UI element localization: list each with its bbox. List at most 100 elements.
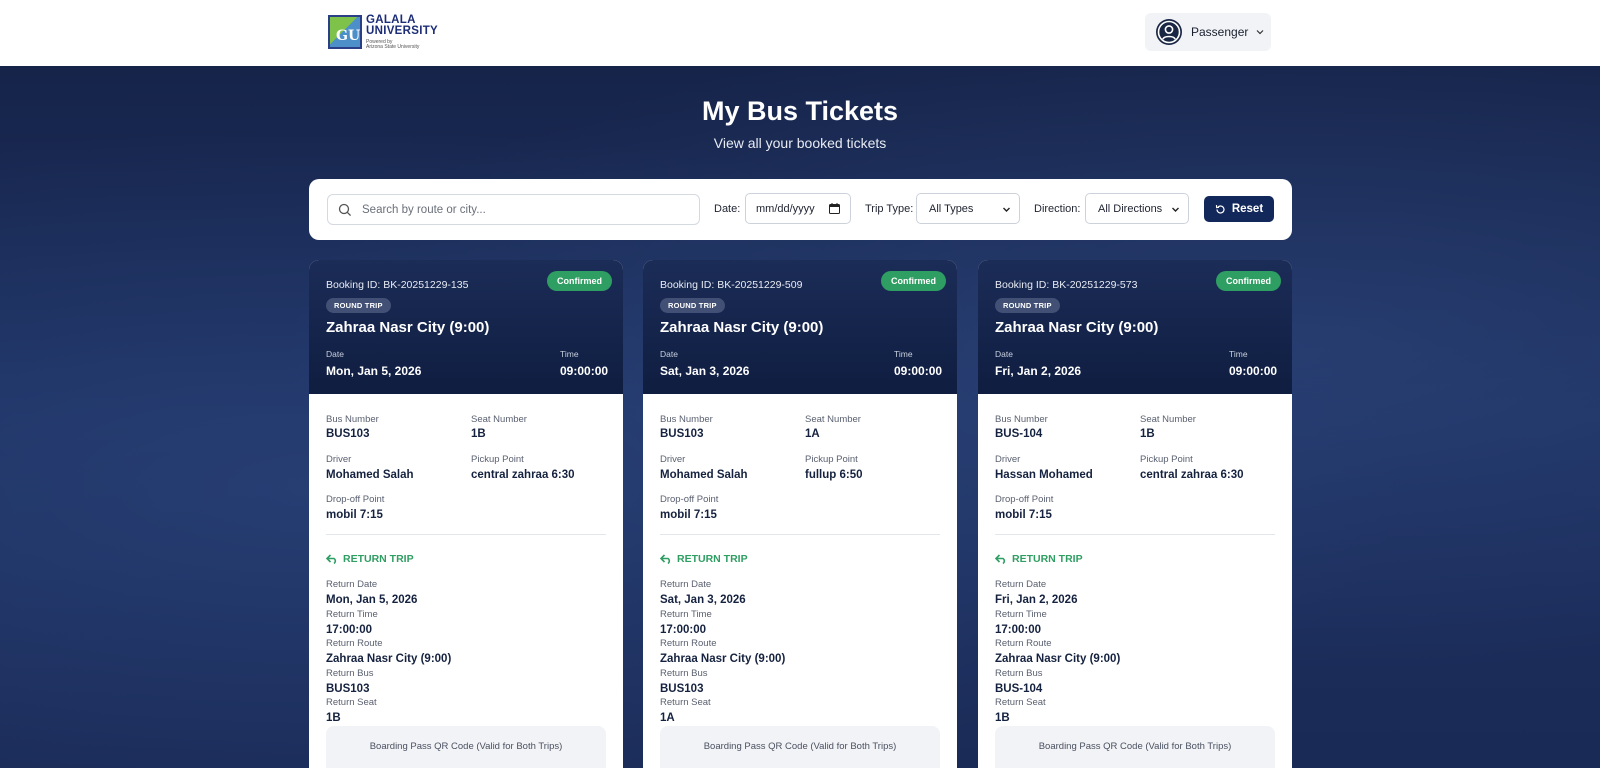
route-title: Zahraa Nasr City (9:00) (326, 319, 490, 336)
qr-section-title: Boarding Pass QR Code (Valid for Both Tr… (1038, 741, 1232, 752)
return-arrow-icon (326, 554, 337, 564)
date-filter-label: Date: (714, 203, 741, 215)
route-title: Zahraa Nasr City (9:00) (995, 319, 1159, 336)
time-label: Time (894, 349, 913, 359)
reset-button[interactable]: Reset (1204, 196, 1274, 222)
time-value: 09:00:00 (560, 364, 609, 378)
section-divider (660, 534, 940, 535)
user-menu-button[interactable]: Passenger (1145, 13, 1271, 51)
page-subtitle: View all your booked tickets (713, 135, 887, 151)
pickup-point-label: Pickup Point (805, 454, 858, 465)
ticket-card-header: Booking ID: BK-20251229-135 Confirmed RO… (309, 260, 623, 394)
user-role-label: Passenger (1191, 25, 1249, 39)
seat-number-value: 1B (471, 428, 486, 440)
return-trip-heading: RETURN TRIP (660, 553, 748, 565)
return-time-value: 17:00:00 (660, 624, 707, 636)
pickup-point-label: Pickup Point (471, 454, 524, 465)
return-arrow-icon (660, 554, 671, 564)
calendar-icon[interactable] (829, 203, 840, 214)
trip-type-badge: ROUND TRIP (326, 298, 391, 313)
search-input[interactable] (360, 202, 684, 217)
reset-button-label: Reset (1231, 203, 1264, 215)
search-icon (338, 203, 352, 216)
return-trip-heading: RETURN TRIP (995, 553, 1083, 565)
university-logo[interactable]: GU GALALA UNIVERSITY Powered by Arizona … (328, 13, 438, 51)
ticket-card-1: Booking ID: BK-20251229-135 Confirmed RO… (309, 260, 623, 768)
top-nav-bar: GU GALALA UNIVERSITY Powered by Arizona … (0, 0, 1600, 66)
dropoff-point-value: mobil 7:15 (660, 509, 717, 521)
return-bus-value: BUS103 (660, 683, 704, 695)
chevron-down-icon (1003, 207, 1010, 212)
driver-label: Driver (660, 454, 686, 465)
boarding-pass-qr-section: Boarding Pass QR Code (Valid for Both Tr… (995, 726, 1275, 768)
pickup-point-value: fullup 6:50 (805, 469, 863, 481)
return-bus-label: Return Bus (995, 668, 1043, 679)
qr-section-title: Boarding Pass QR Code (Valid for Both Tr… (369, 741, 563, 752)
seat-number-value: 1B (1140, 428, 1155, 440)
search-box[interactable] (327, 194, 700, 225)
return-date-label: Return Date (995, 579, 1047, 590)
return-seat-value: 1A (660, 712, 675, 724)
date-label: Date (660, 349, 678, 359)
seat-number-label: Seat Number (1140, 414, 1196, 425)
trip-type-filter-label: Trip Type: (865, 203, 914, 215)
return-seat-value: 1B (995, 712, 1010, 724)
return-seat-label: Return Seat (660, 697, 711, 708)
ticket-card-header: Booking ID: BK-20251229-573 Confirmed RO… (978, 260, 1292, 394)
bus-number-value: BUS-104 (995, 428, 1043, 440)
return-bus-label: Return Bus (326, 668, 374, 679)
status-badge: Confirmed (1216, 271, 1281, 291)
time-label: Time (560, 349, 579, 359)
return-seat-label: Return Seat (995, 697, 1046, 708)
return-route-value: Zahraa Nasr City (9:00) (326, 653, 452, 665)
return-trip-label: RETURN TRIP (1012, 553, 1083, 565)
return-date-label: Return Date (660, 579, 712, 590)
pickup-point-label: Pickup Point (1140, 454, 1193, 465)
route-title: Zahraa Nasr City (9:00) (660, 319, 824, 336)
bus-number-label: Bus Number (995, 414, 1048, 425)
return-trip-heading: RETURN TRIP (326, 553, 414, 565)
dropoff-point-label: Drop-off Point (995, 494, 1054, 505)
return-time-label: Return Time (660, 609, 712, 620)
return-bus-value: BUS-104 (995, 683, 1043, 695)
direction-select[interactable]: All Directions (1085, 193, 1189, 224)
return-seat-value: 1B (326, 712, 341, 724)
return-time-label: Return Time (995, 609, 1047, 620)
return-time-value: 17:00:00 (995, 624, 1042, 636)
driver-label: Driver (326, 454, 352, 465)
boarding-pass-qr-section: Boarding Pass QR Code (Valid for Both Tr… (326, 726, 606, 768)
chevron-down-icon (1172, 207, 1179, 212)
return-date-label: Return Date (326, 579, 378, 590)
page-title: My Bus Tickets (701, 96, 899, 126)
status-badge: Confirmed (547, 271, 612, 291)
bus-number-label: Bus Number (660, 414, 713, 425)
trip-type-select[interactable]: All Types (916, 193, 1020, 224)
time-label: Time (1229, 349, 1248, 359)
reset-icon (1215, 204, 1225, 214)
date-value: Mon, Jan 5, 2026 (326, 364, 422, 378)
return-route-label: Return Route (660, 638, 717, 649)
trip-type-badge: ROUND TRIP (995, 298, 1060, 313)
date-label: Date (995, 349, 1013, 359)
return-date-value: Mon, Jan 5, 2026 (326, 594, 418, 606)
dropoff-point-label: Drop-off Point (326, 494, 385, 505)
date-filter-placeholder: mm/dd/yyyy (756, 202, 815, 215)
dropoff-point-value: mobil 7:15 (995, 509, 1052, 521)
section-divider (326, 534, 606, 535)
dropoff-point-value: mobil 7:15 (326, 509, 383, 521)
user-circle-icon (1156, 19, 1182, 45)
return-date-value: Sat, Jan 3, 2026 (660, 594, 746, 606)
chevron-down-icon (1256, 30, 1264, 35)
direction-filter-label: Direction: (1034, 203, 1081, 215)
date-filter-input[interactable]: mm/dd/yyyy (745, 193, 851, 224)
booking-id: Booking ID: BK-20251229-509 (660, 279, 803, 291)
return-time-label: Return Time (326, 609, 378, 620)
seat-number-label: Seat Number (471, 414, 527, 425)
return-trip-label: RETURN TRIP (343, 553, 414, 565)
bus-number-value: BUS103 (326, 428, 370, 440)
logo-line-2: UNIVERSITY (366, 25, 439, 37)
return-time-value: 17:00:00 (326, 624, 373, 636)
section-divider (995, 534, 1275, 535)
date-label: Date (326, 349, 344, 359)
ticket-card-header: Booking ID: BK-20251229-509 Confirmed RO… (643, 260, 957, 394)
